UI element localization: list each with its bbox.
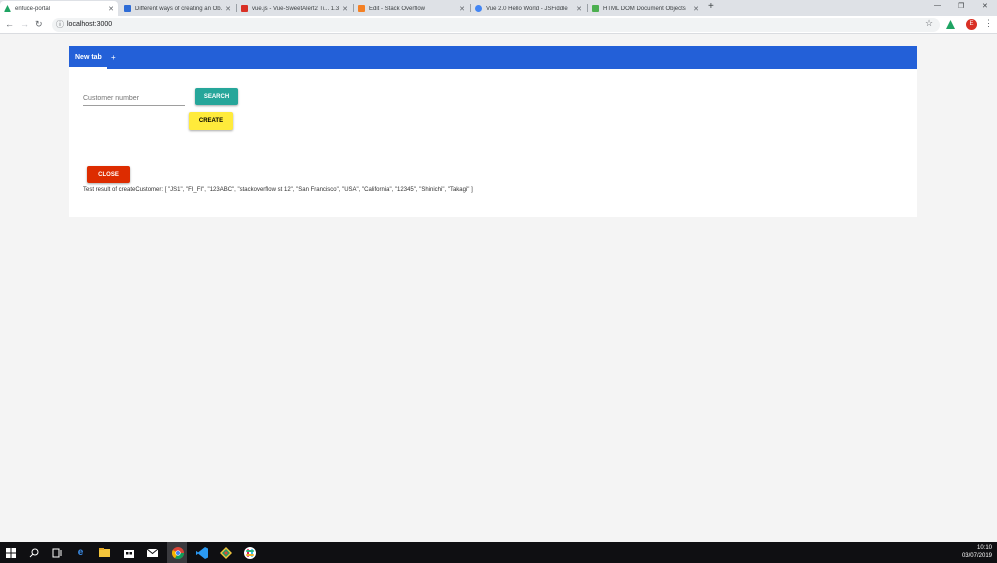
browser-tab-enfuce-portal[interactable]: enfuce-portal ✕ bbox=[0, 1, 118, 16]
tab-title: Edit - Stack Overflow bbox=[369, 5, 426, 12]
stack-favicon-icon bbox=[241, 5, 248, 12]
close-button[interactable]: CLOSE bbox=[87, 166, 130, 183]
w3schools-favicon-icon bbox=[592, 5, 599, 12]
browser-tab-strip: enfuce-portal ✕ Different ways of creati… bbox=[0, 0, 997, 16]
stack-favicon-icon bbox=[124, 5, 131, 12]
forward-arrow-icon[interactable]: → bbox=[20, 19, 29, 29]
create-button[interactable]: CREATE bbox=[189, 112, 233, 130]
back-arrow-icon[interactable]: ← bbox=[5, 19, 14, 29]
app-card: New tab + SEARCH CREATE CLOSE Test resul… bbox=[69, 46, 917, 217]
clock-time: 10:10 bbox=[976, 545, 992, 551]
browser-tab-jsfiddle[interactable]: Vue 2.0 Hello World - JSFiddle ✕ bbox=[471, 1, 586, 16]
close-tab-icon[interactable]: ✕ bbox=[693, 5, 699, 13]
restore-button[interactable]: ❐ bbox=[958, 2, 964, 10]
tab-new-tab[interactable]: New tab bbox=[69, 46, 108, 69]
close-tab-icon[interactable]: ✕ bbox=[459, 5, 465, 13]
windows-start-icon[interactable] bbox=[3, 545, 18, 560]
address-url[interactable]: localhost:3000 bbox=[67, 21, 112, 28]
app-tab-bar: New tab + bbox=[69, 46, 917, 69]
profile-avatar[interactable]: E bbox=[966, 19, 977, 30]
bookmark-star-icon[interactable]: ☆ bbox=[925, 18, 933, 29]
customer-number-input[interactable] bbox=[83, 92, 185, 106]
close-tab-icon[interactable]: ✕ bbox=[576, 5, 582, 13]
tab-title: vue.js - Vue-SweetAlert2 Ti... 1.30 bbox=[252, 5, 340, 12]
browser-toolbar: ← → ↻ ⓘ localhost:3000 ☆ E ⋮ bbox=[0, 16, 997, 34]
search-icon[interactable] bbox=[26, 545, 41, 560]
tab-title: HTML DOM Document Objects bbox=[603, 5, 686, 12]
gitkraken-icon[interactable] bbox=[218, 545, 233, 560]
page-viewport: New tab + SEARCH CREATE CLOSE Test resul… bbox=[0, 35, 997, 542]
create-customer-result-text: Test result of createCustomer: [ "JS1", … bbox=[83, 187, 473, 193]
address-bar[interactable]: ⓘ localhost:3000 bbox=[52, 18, 940, 32]
reload-icon[interactable]: ↻ bbox=[35, 19, 43, 30]
slack-icon[interactable] bbox=[242, 545, 257, 560]
new-tab-button[interactable]: + bbox=[708, 1, 714, 12]
windows-taskbar: e 10:10 03/07/2019 bbox=[0, 542, 997, 563]
tab-title: enfuce-portal bbox=[15, 5, 51, 12]
stackoverflow-favicon-icon bbox=[358, 5, 365, 12]
task-view-icon[interactable] bbox=[49, 545, 64, 560]
site-info-icon[interactable]: ⓘ bbox=[56, 19, 64, 30]
minimize-button[interactable]: — bbox=[934, 2, 941, 9]
close-tab-icon[interactable]: ✕ bbox=[108, 5, 114, 13]
system-clock[interactable]: 10:10 03/07/2019 bbox=[962, 544, 992, 560]
browser-tab-vue-sweetalert[interactable]: vue.js - Vue-SweetAlert2 Ti... 1.30 ✕ bbox=[237, 1, 352, 16]
edge-icon[interactable]: e bbox=[73, 545, 88, 560]
tab-title: Vue 2.0 Hello World - JSFiddle bbox=[486, 5, 568, 12]
browser-tab-different-ways[interactable]: Different ways of creating an Ob... ✕ bbox=[120, 1, 235, 16]
browser-tab-stack-overflow[interactable]: Edit - Stack Overflow ✕ bbox=[354, 1, 469, 16]
close-tab-icon[interactable]: ✕ bbox=[225, 5, 231, 13]
window-close-button[interactable]: ✕ bbox=[982, 2, 988, 10]
vscode-icon[interactable] bbox=[194, 545, 209, 560]
jsfiddle-favicon-icon bbox=[475, 5, 482, 12]
close-tab-icon[interactable]: ✕ bbox=[342, 5, 348, 13]
file-explorer-icon[interactable] bbox=[97, 545, 112, 560]
active-tab-indicator bbox=[69, 67, 107, 69]
clock-date: 03/07/2019 bbox=[961, 553, 992, 559]
extension-icon[interactable] bbox=[946, 20, 955, 29]
add-tab-button[interactable]: + bbox=[111, 46, 116, 69]
search-button[interactable]: SEARCH bbox=[195, 88, 238, 105]
tab-title: Different ways of creating an Ob... bbox=[135, 5, 223, 12]
enfuce-favicon-icon bbox=[4, 5, 11, 12]
browser-menu-icon[interactable]: ⋮ bbox=[984, 18, 993, 29]
chrome-icon[interactable] bbox=[170, 545, 185, 560]
browser-tab-html-dom[interactable]: HTML DOM Document Objects ✕ bbox=[588, 1, 703, 16]
mail-icon[interactable] bbox=[145, 545, 160, 560]
store-icon[interactable] bbox=[121, 545, 136, 560]
